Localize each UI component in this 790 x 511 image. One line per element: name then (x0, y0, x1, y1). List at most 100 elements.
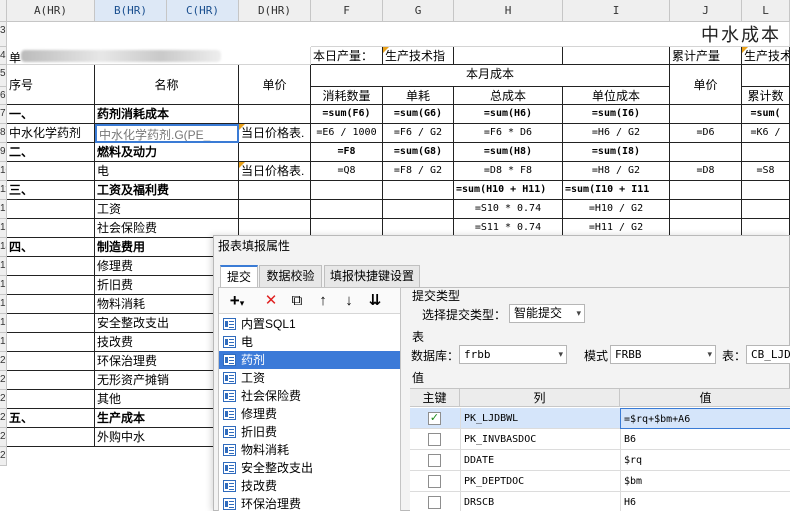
tree-item[interactable]: 社会保险费 (219, 387, 400, 405)
cell-name[interactable]: 燃料及动力 (95, 143, 239, 162)
cell-seq[interactable]: 五、 (7, 409, 95, 428)
tree-item[interactable]: 工资 (219, 369, 400, 387)
submit-type-select[interactable]: 智能提交 ▾ (509, 304, 585, 323)
grid-value-cell[interactable]: $bm (620, 471, 790, 492)
column-header[interactable]: A(HR) (7, 0, 95, 22)
sheet-title[interactable]: 中水成本 (311, 22, 790, 47)
row-header[interactable]: 18 (0, 314, 7, 333)
move-up-button[interactable]: ↑ (313, 291, 333, 311)
row-header[interactable]: 21 (0, 371, 7, 390)
tree-item[interactable]: 药剂 (219, 351, 400, 369)
row-header[interactable]: 23 (0, 409, 7, 428)
cell-seq[interactable]: 二、 (7, 143, 95, 162)
row-header[interactable]: 19 (0, 333, 7, 352)
cell-formula[interactable]: =F8 (311, 143, 383, 162)
empty-cell[interactable] (454, 47, 563, 65)
cell-formula[interactable]: =H8 / G2 (563, 162, 670, 181)
cell-seq[interactable] (7, 428, 95, 447)
cell-seq[interactable] (7, 333, 95, 352)
cell-formula[interactable]: =D6 (670, 124, 742, 143)
cell-formula[interactable]: =F8 / G2 (383, 162, 454, 181)
cell-formula[interactable] (742, 181, 790, 200)
column-header[interactable]: D(HR) (239, 0, 311, 22)
cell-name[interactable]: 药剂消耗成本 (95, 105, 239, 124)
cell-formula[interactable]: =sum(H8) (454, 143, 563, 162)
cumulative-output-label[interactable]: 累计产量 (670, 47, 742, 65)
copy-button[interactable]: ⧉ (287, 291, 307, 311)
cell-formula[interactable]: =sum(F6) (311, 105, 383, 124)
row-header[interactable]: 11 (0, 181, 7, 200)
cell-price[interactable]: 当日价格表. (239, 162, 311, 181)
table-select[interactable]: CB_LJDB (746, 345, 790, 364)
cell-seq[interactable] (7, 200, 95, 219)
cumulative-output-value[interactable]: 生产技术 (742, 47, 790, 65)
cell-seq[interactable] (7, 295, 95, 314)
grid-row[interactable]: DDATE $rq (410, 450, 790, 471)
database-select[interactable]: frbb ▾ (459, 345, 567, 364)
row-header[interactable]: 14 (0, 238, 7, 257)
cell-formula[interactable] (383, 200, 454, 219)
cell-seq[interactable]: 三、 (7, 181, 95, 200)
row-header[interactable]: 5 (0, 65, 7, 87)
grid-value-cell[interactable]: B6 (620, 429, 790, 450)
cell-price[interactable] (239, 105, 311, 124)
cell-formula[interactable] (311, 181, 383, 200)
column-header[interactable]: G (383, 0, 454, 22)
tree-item[interactable]: 技改费 (219, 477, 400, 495)
cell-formula[interactable]: =F6 * D6 (454, 124, 563, 143)
row-header[interactable]: 10 (0, 162, 7, 181)
cell-seq[interactable] (7, 219, 95, 238)
cell-formula[interactable]: =E6 / 1000 (311, 124, 383, 143)
empty-cell[interactable] (742, 65, 790, 87)
grid-value-cell[interactable]: =$rq+$bm+A6 (620, 408, 790, 429)
cell-formula[interactable] (670, 143, 742, 162)
tree-item[interactable]: 环保治理费 (219, 495, 400, 511)
schema-select[interactable]: FRBB ▾ (610, 345, 716, 364)
cell-formula[interactable]: =sum(I8) (563, 143, 670, 162)
cell-formula[interactable]: =H6 / G2 (563, 124, 670, 143)
selected-cell[interactable]: 中水化学药剂.G(PE_ (95, 124, 239, 143)
cell-formula[interactable]: =S8 (742, 162, 790, 181)
row-header[interactable]: 13 (0, 219, 7, 238)
cell-formula[interactable]: =H10 / G2 (563, 200, 670, 219)
grid-value-cell[interactable]: H6 (620, 492, 790, 511)
cell-seq[interactable]: 四、 (7, 238, 95, 257)
header-cumulative[interactable]: 累计数 (742, 87, 790, 105)
row-header[interactable]: 3 (0, 22, 7, 47)
column-header[interactable]: I (563, 0, 670, 22)
cell-formula[interactable]: =sum(H6) (454, 105, 563, 124)
header-total-cost[interactable]: 总成本 (454, 87, 563, 105)
cell-price[interactable] (239, 200, 311, 219)
tree-item[interactable]: 内置SQL1 (219, 315, 400, 333)
header-seq[interactable]: 序号 (7, 65, 95, 105)
cell-formula[interactable] (670, 105, 742, 124)
row-header[interactable]: 20 (0, 352, 7, 371)
header-unit-consumption[interactable]: 单耗 (383, 87, 454, 105)
grid-row[interactable]: PK_INVBASDOC B6 (410, 429, 790, 450)
daily-output-value[interactable]: 生产技术指 (383, 47, 454, 65)
row-header[interactable]: 12 (0, 200, 7, 219)
row-header[interactable]: 22 (0, 390, 7, 409)
column-header[interactable]: L (742, 0, 790, 22)
row-header[interactable]: 4 (0, 47, 7, 65)
cell-formula[interactable]: =D8 * F8 (454, 162, 563, 181)
cell-formula[interactable]: =S10 * 0.74 (454, 200, 563, 219)
cell-seq[interactable] (7, 390, 95, 409)
tree-item[interactable]: 电 (219, 333, 400, 351)
row-header[interactable]: 25 (0, 447, 7, 466)
primary-key-checkbox[interactable] (428, 496, 441, 509)
cell-formula[interactable]: =sum(G6) (383, 105, 454, 124)
column-header[interactable]: C(HR) (167, 0, 239, 22)
cell-formula[interactable]: =sum(H10 + H11) (454, 181, 563, 200)
cell-formula[interactable] (742, 143, 790, 162)
cell-formula[interactable]: =sum(I10 + I11 (563, 181, 670, 200)
unit-prefix[interactable]: 单 (7, 47, 311, 65)
tree-item[interactable]: 物料消耗 (219, 441, 400, 459)
sort-button[interactable]: ⇊ (365, 291, 385, 311)
daily-output-label[interactable]: 本日产量： (311, 47, 383, 65)
header-price-2[interactable]: 单价 (670, 65, 742, 105)
header-consumption[interactable]: 消耗数量 (311, 87, 383, 105)
add-button[interactable]: +▾ (223, 291, 251, 311)
cell-seq[interactable]: 中水化学药剂 (7, 124, 95, 143)
cell-seq[interactable] (7, 257, 95, 276)
